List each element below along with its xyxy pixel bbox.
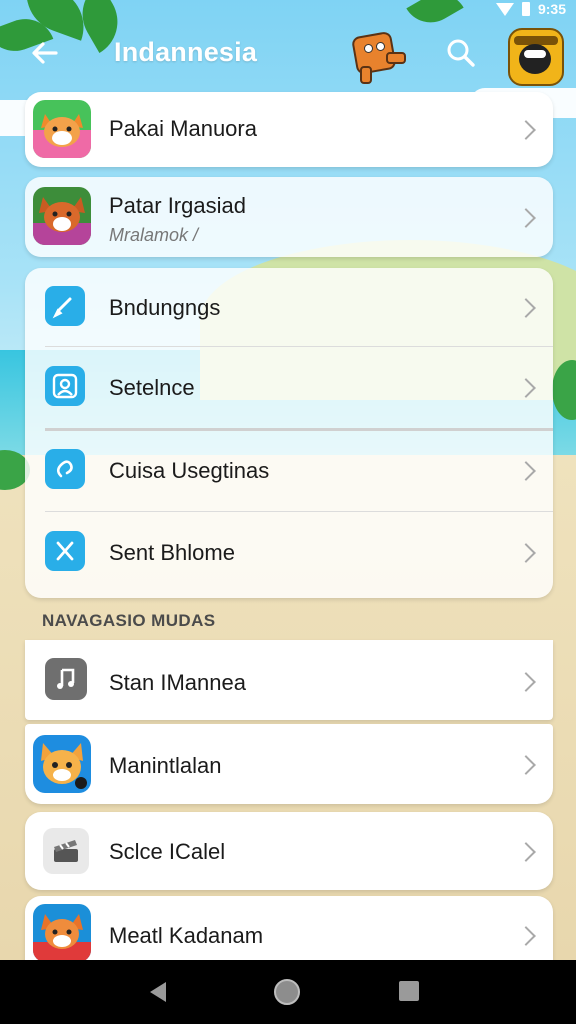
- nav-recents-icon[interactable]: [399, 981, 419, 1001]
- cat-app-icon: [33, 735, 91, 793]
- chevron-right-icon: [516, 461, 536, 481]
- mascot-icon: [346, 22, 408, 84]
- chevron-right-icon: [516, 378, 536, 398]
- user-icon: [45, 366, 85, 406]
- chevron-right-icon: [516, 120, 536, 140]
- chevron-right-icon: [516, 926, 536, 946]
- list-item[interactable]: Sent Bhlome: [25, 512, 553, 596]
- item-label: Cuisa Usegtinas: [109, 458, 270, 483]
- music-note-icon: [45, 658, 87, 700]
- back-arrow-icon[interactable]: [28, 36, 62, 70]
- item-label: Sent Bhlome: [109, 540, 235, 565]
- list-item[interactable]: Setelnce: [25, 347, 553, 427]
- list-item[interactable]: Sclce ICalel: [25, 812, 553, 890]
- chevron-right-icon: [516, 208, 536, 228]
- chevron-right-icon: [516, 842, 536, 862]
- settings-group: Bndungngs Setelnce Cuisa Usegtinas Sent …: [25, 268, 553, 598]
- list-item[interactable]: Patar Irgasiad Mralamok /: [25, 177, 553, 257]
- nav-home-icon[interactable]: [274, 979, 300, 1005]
- wifi-icon: [495, 2, 514, 16]
- chevron-right-icon: [516, 672, 536, 692]
- item-label: Sclce ICalel: [109, 839, 226, 864]
- battery-icon: [521, 2, 530, 16]
- item-label: Pakai Manuora: [109, 116, 257, 141]
- item-label: Manintlalan: [109, 753, 222, 778]
- nav-back-icon[interactable]: [150, 982, 166, 1002]
- item-label: Setelnce: [109, 375, 195, 400]
- list-item-card[interactable]: Patar Irgasiad Mralamok /: [25, 177, 553, 257]
- list-item-card[interactable]: Stan IMannea: [25, 640, 553, 720]
- clapperboard-icon: [43, 828, 89, 874]
- item-sublabel: Mralamok /: [109, 225, 199, 245]
- check-icon: [45, 286, 85, 326]
- item-label: Bndungngs: [109, 295, 221, 320]
- section-header: NAVAGASIO MUDAS: [42, 611, 216, 630]
- item-label: Stan IMannea: [109, 670, 246, 695]
- fox-app-icon: [33, 100, 91, 158]
- chevron-right-icon: [516, 298, 536, 318]
- page-title: Indannesia: [114, 37, 258, 67]
- list-item[interactable]: Cuisa Usegtinas: [25, 431, 553, 511]
- list-item-card[interactable]: Sclce ICalel: [25, 812, 553, 890]
- list-item-card[interactable]: Manintlalan: [25, 724, 553, 804]
- status-time: 9:35: [537, 1, 566, 17]
- tools-icon: [45, 531, 85, 571]
- system-nav-bar: [0, 960, 576, 1024]
- fox-app-icon: [33, 904, 91, 962]
- list-item[interactable]: Pakai Manuora: [25, 92, 553, 167]
- list-item-card[interactable]: Pakai Manuora: [25, 92, 553, 167]
- item-label: Patar Irgasiad: [109, 193, 246, 218]
- chevron-right-icon: [516, 755, 536, 775]
- profile-avatar-icon[interactable]: [508, 28, 564, 86]
- status-bar: 9:35: [495, 0, 576, 18]
- list-item[interactable]: Manintlalan: [25, 724, 553, 804]
- item-label: Meatl Kadanam: [109, 923, 264, 948]
- list-item[interactable]: Bndungngs: [25, 268, 553, 346]
- list-item[interactable]: Stan IMannea: [25, 640, 553, 720]
- app-bar: Indannesia: [0, 22, 576, 86]
- link-icon: [45, 449, 85, 489]
- search-icon[interactable]: [444, 36, 478, 70]
- chevron-right-icon: [516, 543, 536, 563]
- fox-app-icon: [33, 187, 91, 245]
